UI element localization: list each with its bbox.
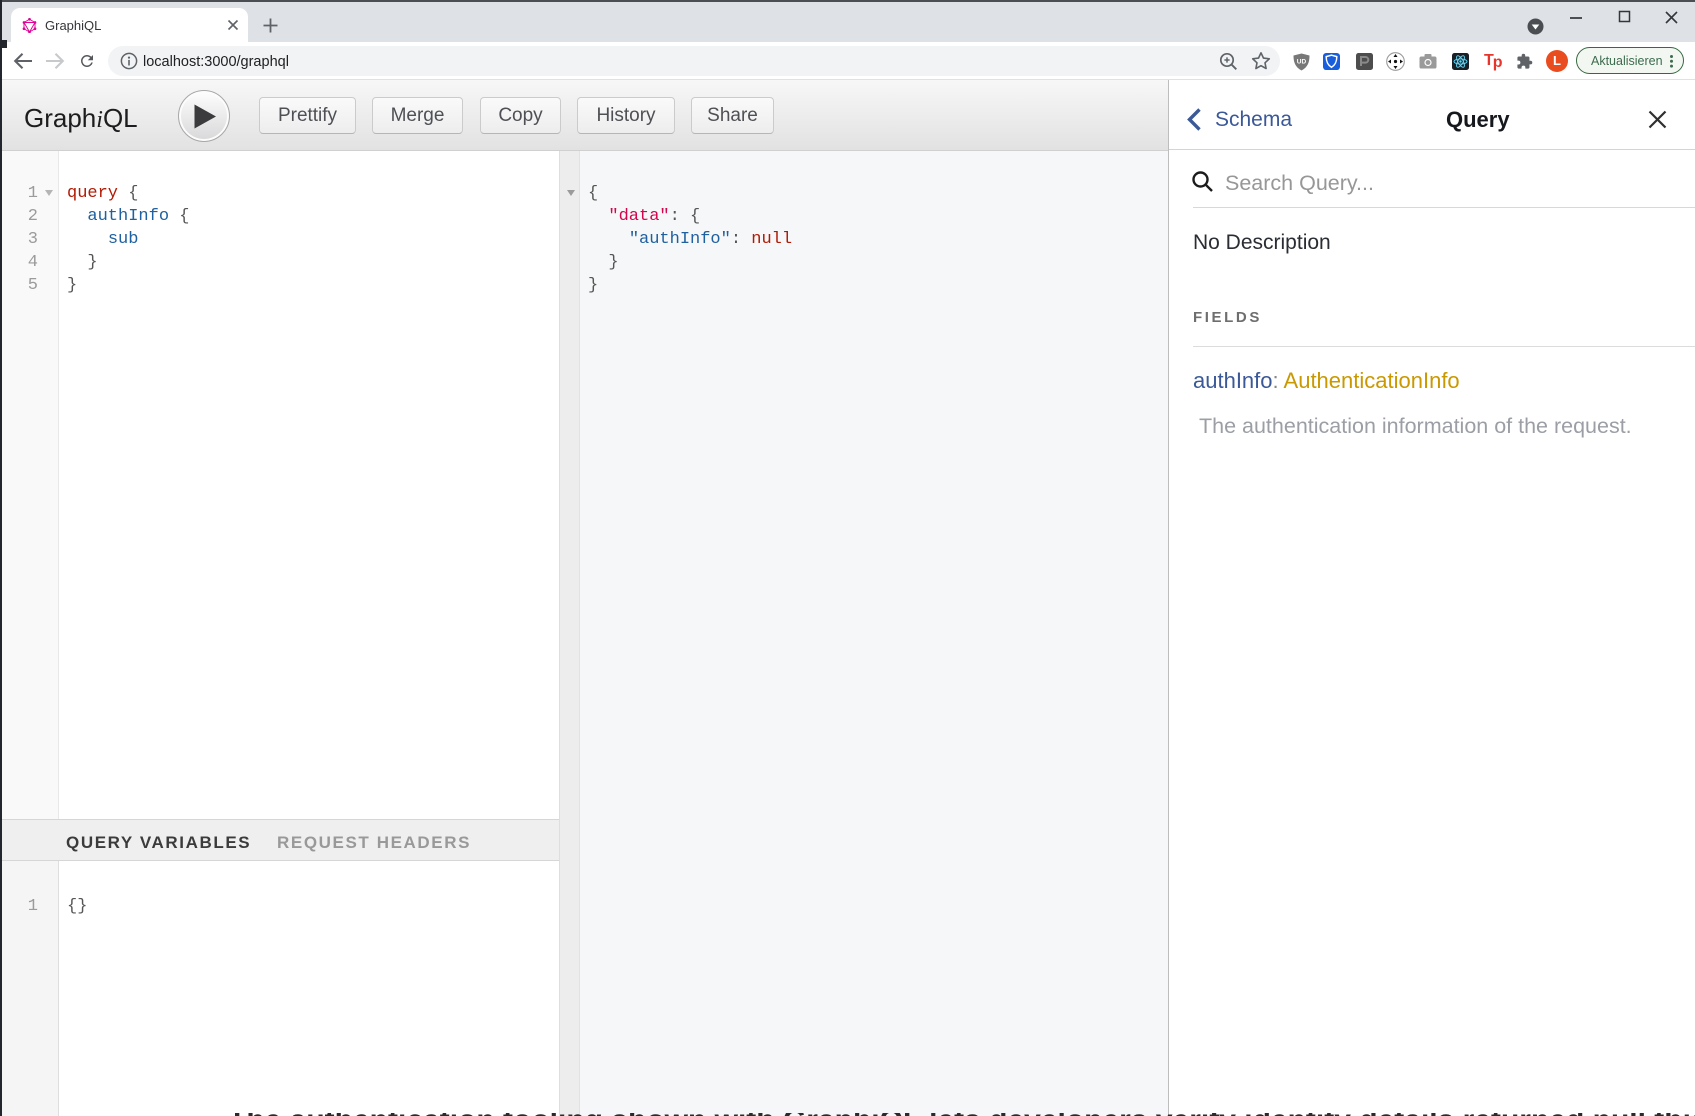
svg-text:UD: UD xyxy=(1297,59,1307,66)
